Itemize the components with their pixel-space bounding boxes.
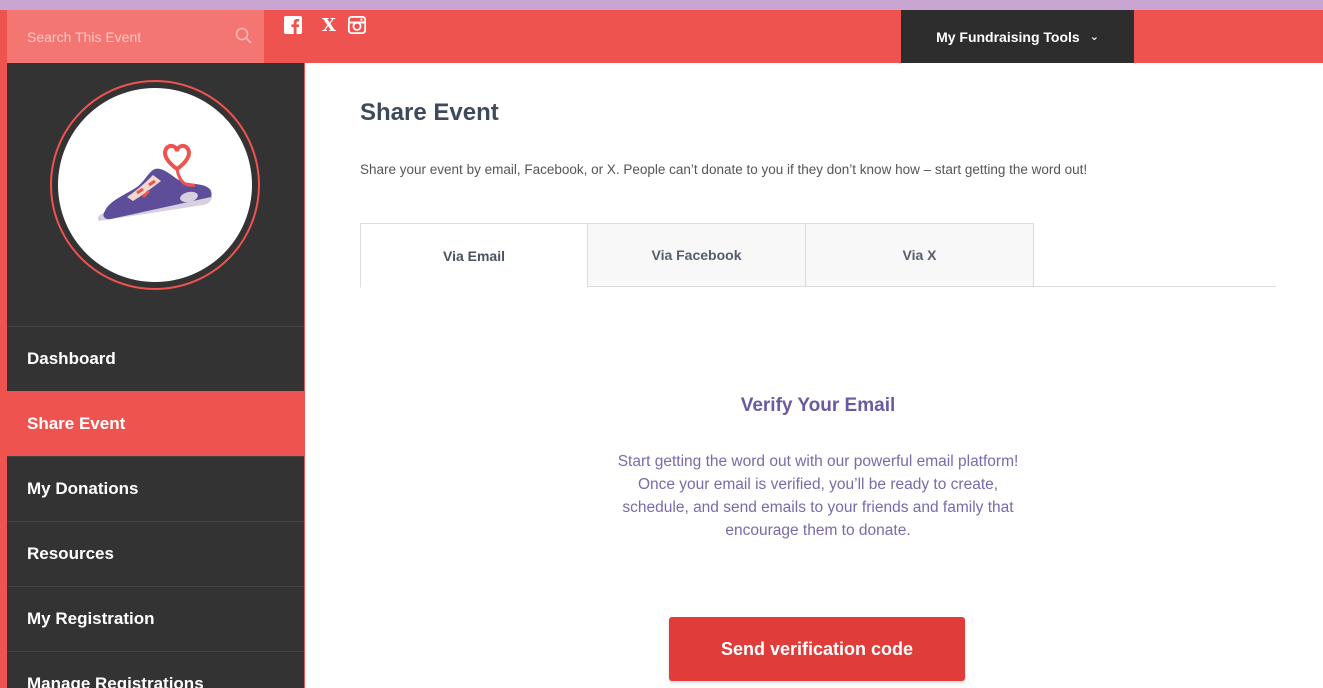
my-fundraising-tools-button[interactable]: My Fundraising Tools ⌄ bbox=[901, 10, 1134, 63]
verify-email-description: Start getting the word out with our powe… bbox=[617, 453, 1019, 539]
sidebar-nav: Dashboard Share Event My Donations Resou… bbox=[7, 326, 304, 688]
send-verification-code-button[interactable]: Send verification code bbox=[669, 617, 965, 681]
x-icon[interactable]: X bbox=[319, 13, 339, 37]
sidebar-panel: Dashboard Share Event My Donations Resou… bbox=[7, 63, 304, 688]
intro-text: Share your event by email, Facebook, or … bbox=[360, 162, 1088, 177]
top-strip bbox=[0, 0, 1323, 10]
verify-email-title: Verify Your Email bbox=[740, 395, 896, 416]
tools-label: My Fundraising Tools bbox=[936, 28, 1080, 45]
sidebar-item-my-donations[interactable]: My Donations bbox=[7, 456, 304, 521]
avatar-ring bbox=[50, 80, 260, 290]
sidebar-item-my-registration[interactable]: My Registration bbox=[7, 586, 304, 651]
sidebar-item-share-event[interactable]: Share Event bbox=[7, 391, 304, 456]
search-input[interactable] bbox=[27, 10, 227, 63]
facebook-icon[interactable] bbox=[283, 13, 303, 37]
tab-via-email[interactable]: Via Email bbox=[360, 223, 588, 288]
sidebar-item-dashboard[interactable]: Dashboard bbox=[7, 326, 304, 391]
sidebar-item-manage-registrations[interactable]: Manage Registrations bbox=[7, 651, 304, 688]
avatar[interactable] bbox=[58, 88, 252, 282]
search-box bbox=[7, 10, 264, 63]
instagram-icon[interactable] bbox=[347, 13, 367, 37]
tab-via-x[interactable]: Via X bbox=[805, 223, 1034, 287]
search-icon[interactable] bbox=[234, 26, 254, 46]
chevron-down-icon: ⌄ bbox=[1089, 31, 1099, 43]
sidebar: Dashboard Share Event My Donations Resou… bbox=[0, 63, 305, 688]
sneaker-heart-icon bbox=[97, 144, 213, 221]
sidebar-item-resources[interactable]: Resources bbox=[7, 521, 304, 586]
page-title: Share Event bbox=[360, 99, 499, 126]
tab-via-facebook[interactable]: Via Facebook bbox=[587, 223, 806, 287]
share-tabs: Via Email Via Facebook Via X bbox=[360, 223, 1276, 288]
